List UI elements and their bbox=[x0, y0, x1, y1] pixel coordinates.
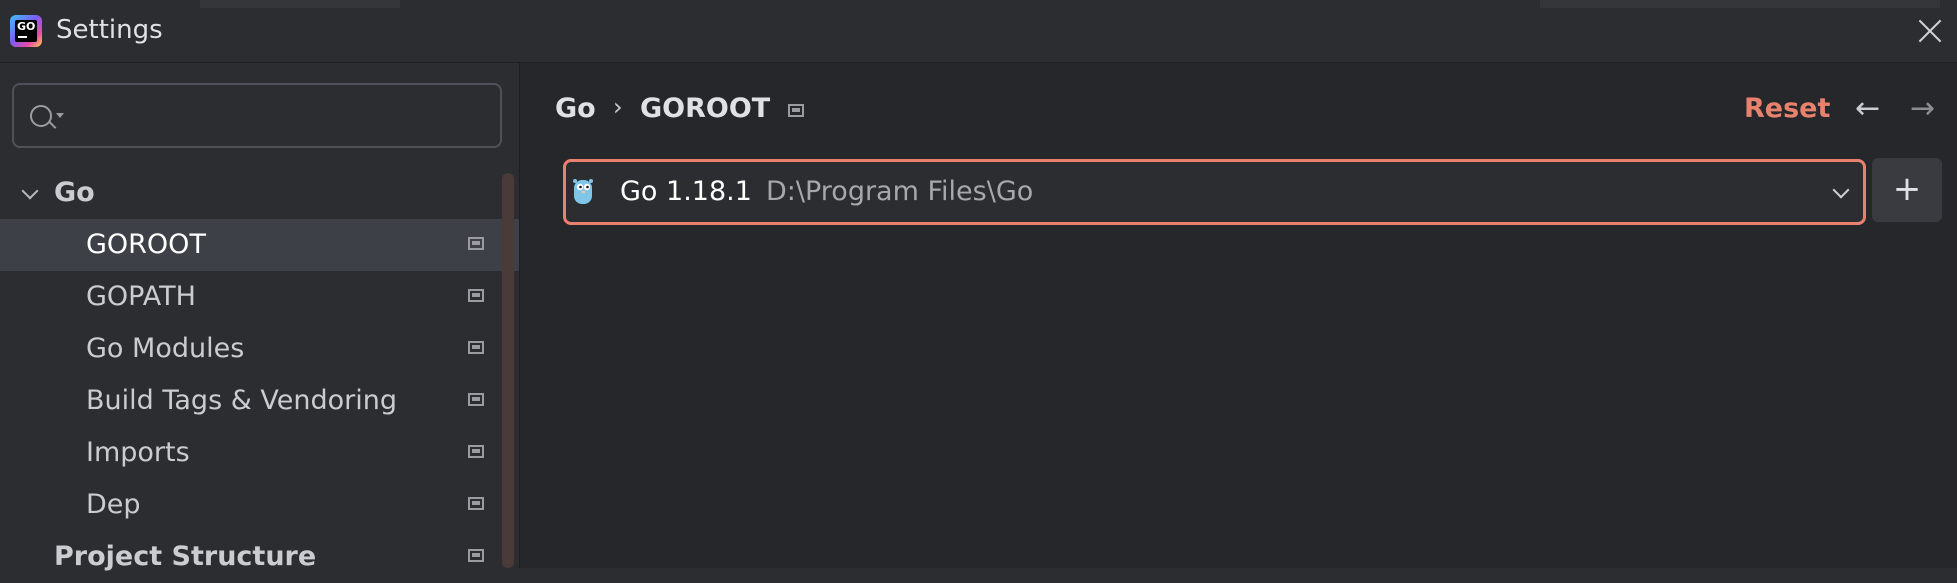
chevron-down-icon[interactable] bbox=[1832, 181, 1850, 199]
sidebar-item-label: Dep bbox=[86, 489, 141, 520]
goroot-sdk-select[interactable]: Go 1.18.1 D:\Program Files\Go bbox=[563, 159, 1866, 225]
settings-sidebar: Go GOROOT GOPATH Go Modules Build Tags &… bbox=[0, 63, 520, 572]
background-window-edge bbox=[200, 0, 400, 8]
sidebar-item-build-tags[interactable]: Build Tags & Vendoring bbox=[0, 375, 519, 427]
sidebar-item-label: Go Modules bbox=[86, 333, 245, 364]
project-settings-icon bbox=[468, 549, 484, 562]
gopher-icon bbox=[573, 179, 593, 204]
reset-button[interactable]: Reset bbox=[1744, 93, 1830, 124]
sidebar-item-label: Go bbox=[54, 177, 95, 208]
add-sdk-button[interactable]: + bbox=[1872, 158, 1942, 222]
title-bar: GO Settings bbox=[0, 0, 1957, 63]
sidebar-item-label: Build Tags & Vendoring bbox=[86, 385, 397, 416]
back-arrow-icon[interactable]: ← bbox=[1855, 91, 1880, 126]
sidebar-item-imports[interactable]: Imports bbox=[0, 427, 519, 479]
project-settings-icon bbox=[468, 237, 484, 250]
sidebar-item-label: Project Structure bbox=[54, 541, 317, 572]
search-icon bbox=[30, 105, 52, 127]
goland-icon: GO bbox=[10, 15, 42, 47]
settings-content: Go › GOROOT Reset ← → Go 1.18.1 D:\Progr… bbox=[520, 63, 1957, 568]
search-options-caret-icon[interactable] bbox=[56, 113, 64, 118]
sdk-version: Go 1.18.1 bbox=[620, 176, 752, 207]
sidebar-item-go-modules[interactable]: Go Modules bbox=[0, 323, 519, 375]
sidebar-item-label: GOPATH bbox=[86, 281, 196, 312]
background-window-edge-right bbox=[1540, 0, 1940, 8]
chevron-down-icon[interactable] bbox=[21, 182, 39, 200]
project-settings-icon bbox=[468, 341, 484, 354]
search-input[interactable] bbox=[12, 83, 502, 148]
window-title: Settings bbox=[56, 15, 163, 45]
sidebar-item-label: Imports bbox=[86, 437, 190, 468]
breadcrumb-current: GOROOT bbox=[640, 93, 771, 124]
sidebar-item-goroot[interactable]: GOROOT bbox=[0, 219, 519, 271]
sidebar-item-gopath[interactable]: GOPATH bbox=[0, 271, 519, 323]
breadcrumb-parent[interactable]: Go bbox=[555, 93, 596, 124]
forward-arrow-icon[interactable]: → bbox=[1910, 91, 1935, 126]
sidebar-item-label: GOROOT bbox=[86, 229, 206, 260]
sidebar-item-dep[interactable]: Dep bbox=[0, 479, 519, 531]
project-settings-icon bbox=[468, 445, 484, 458]
sidebar-item-project-structure[interactable]: Project Structure bbox=[0, 531, 519, 583]
breadcrumb-separator: › bbox=[613, 93, 623, 121]
project-settings-icon bbox=[468, 289, 484, 302]
close-icon[interactable] bbox=[1915, 16, 1945, 46]
sidebar-scrollbar[interactable] bbox=[502, 173, 514, 568]
sidebar-item-go[interactable]: Go bbox=[0, 167, 519, 219]
project-settings-icon bbox=[788, 104, 804, 117]
project-settings-icon bbox=[468, 393, 484, 406]
sdk-path: D:\Program Files\Go bbox=[766, 176, 1034, 207]
project-settings-icon bbox=[468, 497, 484, 510]
